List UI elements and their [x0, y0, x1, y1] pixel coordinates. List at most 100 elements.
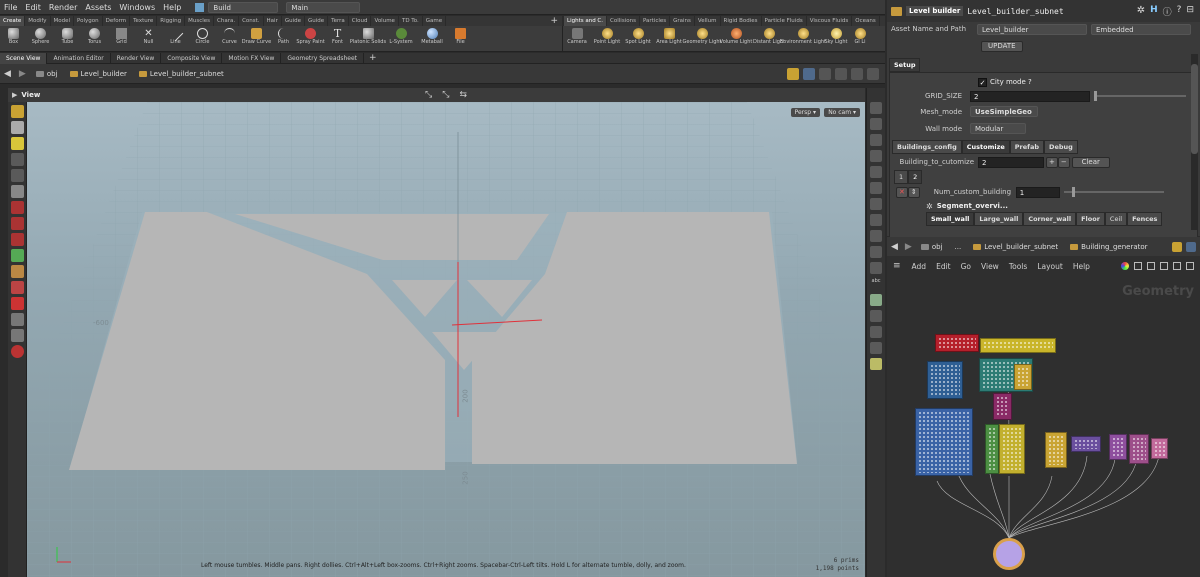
wall-mode-dropdown[interactable]: Modular [970, 123, 1026, 134]
embed-dropdown[interactable]: Embedded [1091, 23, 1191, 35]
select-icon[interactable] [10, 105, 24, 118]
slider-handle[interactable] [1071, 187, 1075, 197]
scene-viewport[interactable]: Persp ▾ No cam ▾ -600 200 250 [27, 102, 865, 577]
menu-icon[interactable] [867, 67, 879, 80]
tumble-icon[interactable] [10, 313, 24, 326]
spray-paint-tool[interactable]: Spray Paint [296, 26, 325, 52]
menu-windows[interactable]: Windows [115, 0, 159, 15]
xray-icon[interactable] [870, 262, 882, 274]
tab-index-1[interactable]: 1 [894, 170, 909, 184]
node-red[interactable] [935, 334, 979, 352]
tab-floor[interactable]: Floor [1076, 212, 1105, 226]
link-icon[interactable] [803, 67, 815, 80]
shelf-tab[interactable]: Lights and C. [564, 16, 608, 26]
rotate-icon[interactable] [10, 217, 24, 230]
platonic-solids-tool[interactable]: Platonic Solids [350, 26, 386, 52]
pin-icon[interactable] [787, 67, 799, 80]
net-table-icon[interactable] [1186, 262, 1194, 270]
shelf-tab[interactable]: Oceans [852, 16, 880, 26]
sky-light-tool[interactable]: Sky Light [821, 26, 851, 52]
null-tool[interactable]: ✕ Null [135, 26, 162, 52]
add-tab-icon[interactable]: + [364, 53, 382, 63]
net-path-building-generator[interactable]: Building_generator [1064, 243, 1153, 251]
shelf-tab[interactable]: Particle Fluids [762, 16, 807, 26]
point-light-tool[interactable]: Point Light [591, 26, 623, 52]
net-layout-icon[interactable] [1173, 262, 1181, 270]
move-instance-button[interactable]: ⇕ [907, 186, 920, 198]
camera-dropdown[interactable]: No cam ▾ [824, 108, 860, 117]
tab-large-wall[interactable]: Large_wall [974, 212, 1024, 226]
draw-curve-tool[interactable]: Draw Curve [242, 26, 271, 52]
building-field[interactable]: 2 [978, 156, 1044, 168]
node-yellow-top[interactable] [980, 338, 1056, 353]
shelf-tab[interactable]: Rigging [157, 16, 186, 26]
font-tool[interactable]: T Font [324, 26, 351, 52]
menu-edit[interactable]: Edit [21, 0, 45, 15]
tab-geometry-spreadsheet[interactable]: Geometry Spreadsheet [281, 52, 364, 64]
handle-icon[interactable] [10, 137, 24, 150]
normals-icon[interactable] [870, 182, 882, 194]
info-icon[interactable]: ⓘ [1163, 5, 1172, 18]
delete-instance-button[interactable]: ✕ [896, 186, 908, 198]
asset-dropdown[interactable]: Level_builder [977, 23, 1087, 35]
remove-building-button[interactable]: − [1057, 156, 1070, 168]
shelf-tab[interactable]: Game [423, 16, 447, 26]
ghost-other-icon[interactable] [870, 342, 882, 354]
file-tool[interactable]: File [447, 26, 474, 52]
view-tool-icon[interactable] [10, 121, 24, 134]
segment-gear-icon[interactable]: ✲ [926, 202, 933, 211]
add-shelf-icon[interactable]: + [546, 16, 562, 26]
path-tool[interactable]: Path [270, 26, 297, 52]
arrow-icon[interactable] [10, 169, 24, 182]
grid-size-slider[interactable] [1094, 91, 1186, 101]
node-yellow-mid[interactable] [1045, 432, 1067, 468]
line-tool[interactable]: Line [162, 25, 189, 52]
ghost-icon[interactable] [870, 246, 882, 258]
tab-composite-view[interactable]: Composite View [161, 52, 223, 64]
desktop-dropdown[interactable]: Build [208, 1, 279, 13]
record-icon[interactable] [10, 345, 24, 358]
menu-file[interactable]: File [0, 0, 21, 15]
city-mode-checkbox[interactable]: ✓ [978, 77, 987, 87]
node-pink[interactable] [1151, 438, 1168, 459]
node-olive[interactable] [999, 424, 1025, 474]
help-icon[interactable]: H [1150, 5, 1158, 18]
num-custom-field[interactable]: 1 [1015, 186, 1060, 198]
shading-icon[interactable] [870, 118, 882, 130]
path-item-level-builder[interactable]: Level_builder [64, 70, 133, 78]
gi-light-tool[interactable]: GI Li [851, 26, 869, 52]
points-icon[interactable] [870, 166, 882, 178]
net-menu-go[interactable]: Go [956, 262, 976, 271]
node-purple-3[interactable] [1129, 434, 1149, 464]
pose-icon[interactable] [10, 249, 24, 262]
display-icon[interactable] [870, 102, 882, 114]
shelf-tab[interactable]: Rigid Bodies [721, 16, 762, 26]
tab-index-2[interactable]: 2 [908, 170, 923, 184]
tab-corner-wall[interactable]: Corner_wall [1023, 212, 1077, 226]
wire-icon[interactable] [10, 281, 24, 294]
l-system-tool[interactable]: L-System [385, 26, 417, 52]
tab-setup[interactable]: Setup [889, 58, 921, 72]
torus-tool[interactable]: Torus [81, 26, 108, 52]
tab-scene-view[interactable]: Scene View [0, 52, 48, 64]
net-forward-icon[interactable]: ▶ [902, 242, 915, 252]
pane-options-icon[interactable]: ⊟ [1186, 5, 1194, 18]
network-editor[interactable]: Geometry [887, 276, 1200, 577]
viewport-canvas[interactable] [27, 102, 865, 577]
persp-dropdown[interactable]: Persp ▾ [790, 108, 820, 117]
curve-tool[interactable]: Curve [216, 26, 243, 52]
add-building-button[interactable]: + [1046, 156, 1058, 168]
geometry-light-tool[interactable]: Geometry Light [683, 26, 722, 52]
menu-assets[interactable]: Assets [81, 0, 115, 15]
grid-view-icon[interactable] [819, 67, 831, 80]
template-icon[interactable] [870, 294, 882, 306]
node-green[interactable] [985, 424, 999, 474]
tab-ceil[interactable]: Ceil [1104, 212, 1128, 226]
brush-icon[interactable] [10, 265, 24, 278]
shelf-tab[interactable]: Collisions [607, 16, 640, 26]
grid-size-field[interactable]: 2 [970, 90, 1090, 102]
node-purple-2[interactable] [1109, 434, 1127, 460]
net-list-icon[interactable] [1147, 262, 1155, 270]
snap-icon[interactable]: ⤡ [425, 90, 432, 100]
clear-button[interactable]: Clear [1071, 156, 1110, 168]
